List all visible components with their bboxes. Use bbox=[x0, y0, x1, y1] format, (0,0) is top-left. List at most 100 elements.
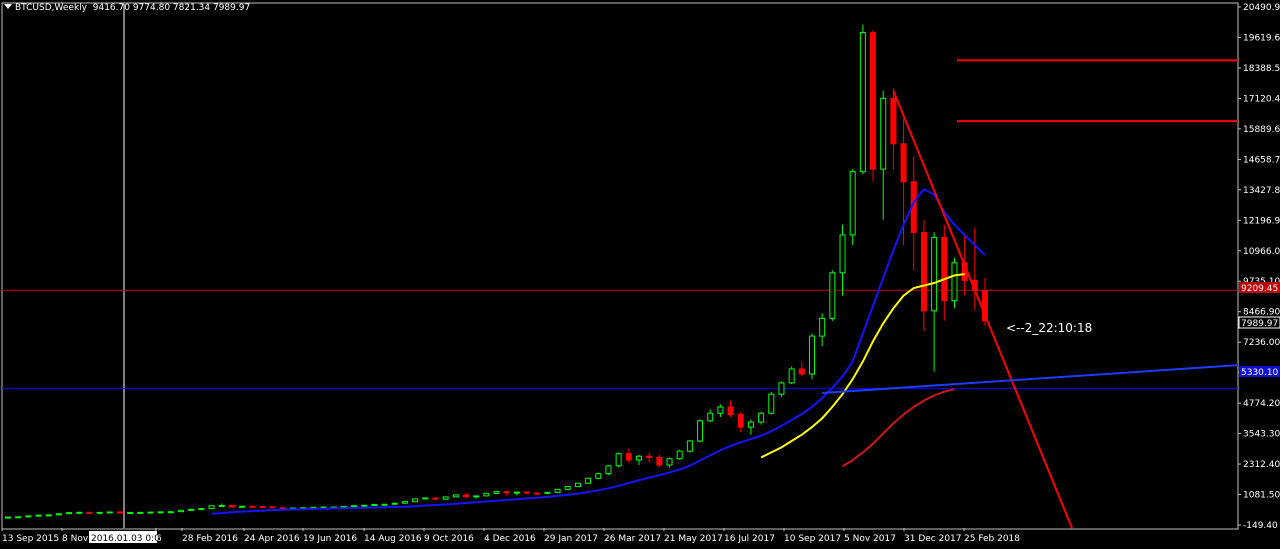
candle-body bbox=[768, 393, 775, 414]
candle-body bbox=[157, 511, 164, 514]
candle-body bbox=[554, 488, 561, 493]
descending-trendline bbox=[892, 90, 1073, 529]
candle-body bbox=[147, 511, 154, 514]
time-axis[interactable]: 13 Sep 2015 8 Nov 2016.01.03 0:006 28 Feb 2… bbox=[1, 528, 1020, 544]
price-tick-label: 17120.40 bbox=[1243, 94, 1280, 104]
candle-body bbox=[605, 465, 612, 475]
candle-body bbox=[259, 506, 266, 509]
candle-body bbox=[829, 272, 836, 319]
candle-body bbox=[890, 97, 897, 145]
candle-body bbox=[208, 505, 215, 510]
time-tick-label: 21 May 2017 bbox=[664, 534, 723, 544]
candle-body bbox=[442, 496, 449, 500]
candle-body bbox=[870, 32, 877, 170]
candle-body bbox=[656, 456, 663, 466]
chart-header: BTCUSD,Weekly 9416.70 9774.80 7821.34 79… bbox=[4, 3, 250, 13]
candle-body bbox=[707, 412, 714, 422]
candle-body bbox=[96, 511, 103, 514]
frame-layer bbox=[1, 2, 1239, 530]
time-tick-label: 24 Apr 2016 bbox=[244, 534, 300, 544]
time-tick-label: 19 Jun 2016 bbox=[303, 534, 357, 544]
time-tick-label: 4 Dec 2016 bbox=[484, 534, 536, 544]
candle-body bbox=[717, 406, 724, 414]
candle-body bbox=[66, 512, 73, 515]
candle-body bbox=[758, 412, 765, 423]
candle-body bbox=[137, 511, 144, 514]
time-tick-label: 13 Sep 2015 bbox=[2, 534, 59, 544]
candle-body bbox=[116, 511, 123, 514]
candle-body bbox=[697, 420, 704, 442]
countdown-annotation: <--2_22:10:18 bbox=[1006, 321, 1093, 335]
candle-body bbox=[188, 508, 195, 511]
candle-body bbox=[615, 453, 622, 467]
dropdown-triangle-icon[interactable] bbox=[4, 4, 12, 9]
candle-body bbox=[249, 505, 256, 508]
candle-body bbox=[737, 413, 744, 428]
candle-body bbox=[808, 335, 815, 375]
candle-body bbox=[788, 368, 795, 384]
price-tick-label: 2312.40 bbox=[1243, 460, 1280, 470]
price-tick-label: 4774.20 bbox=[1243, 399, 1280, 409]
candle-body bbox=[900, 143, 907, 183]
candle-body bbox=[880, 97, 887, 170]
time-tick-label: 6 bbox=[156, 534, 162, 544]
candle-body bbox=[279, 507, 286, 510]
candle-body bbox=[127, 511, 134, 514]
candle-body bbox=[178, 509, 185, 513]
candle-body bbox=[941, 236, 948, 302]
candle-body bbox=[381, 503, 388, 506]
candle-body bbox=[218, 505, 225, 508]
moving-averages bbox=[211, 188, 986, 515]
candle-body bbox=[25, 515, 32, 518]
price-tick-label: 1081.50 bbox=[1243, 491, 1280, 501]
candle-body bbox=[585, 477, 592, 484]
candle-body bbox=[452, 494, 459, 498]
candle-body bbox=[931, 236, 938, 312]
candle-body bbox=[473, 495, 480, 498]
candle-body bbox=[513, 491, 520, 494]
candle-body bbox=[798, 368, 805, 375]
candle-body bbox=[391, 502, 398, 505]
price-tick-label: 12196.90 bbox=[1243, 216, 1280, 226]
candle-body bbox=[646, 455, 653, 458]
time-tick-label: 9 Oct 2016 bbox=[424, 534, 474, 544]
price-tick-label: 15889.60 bbox=[1243, 125, 1280, 135]
time-tick-label: 8 Nov bbox=[62, 534, 89, 544]
candle-body bbox=[371, 504, 378, 507]
level-label: 9209.45 bbox=[1241, 284, 1278, 294]
candle-body bbox=[401, 501, 408, 504]
candle-body bbox=[351, 505, 358, 508]
price-tick-label: -149.40 bbox=[1243, 521, 1278, 531]
candle-body bbox=[106, 511, 113, 514]
price-axis[interactable]: 20490.91 19619.60 18388.50 17120.40 15889.60… bbox=[1238, 3, 1280, 531]
price-tick-label: 20490.91 bbox=[1243, 3, 1280, 13]
price-tick-label: 7236.00 bbox=[1243, 338, 1280, 348]
candle-body bbox=[432, 497, 439, 500]
price-tick-label: 18388.50 bbox=[1243, 64, 1280, 74]
time-tick-label: 16 Jul 2017 bbox=[724, 534, 775, 544]
candle-body bbox=[595, 473, 602, 479]
candle-body bbox=[86, 511, 93, 514]
candle-body bbox=[778, 382, 785, 395]
candles bbox=[5, 25, 988, 519]
price-tick-label: 14658.70 bbox=[1243, 155, 1280, 165]
candle-body bbox=[574, 482, 581, 488]
price-tick-label: 3543.30 bbox=[1243, 430, 1280, 440]
price-tick-label: 8466.90 bbox=[1243, 308, 1280, 318]
candle-body bbox=[635, 455, 642, 461]
level-label: 5330.10 bbox=[1241, 368, 1278, 378]
candle-body bbox=[493, 491, 500, 494]
chart-canvas[interactable]: 20490.91 19619.60 18388.50 17120.40 15889.60… bbox=[0, 0, 1280, 549]
chart-window[interactable]: 20490.91 19619.60 18388.50 17120.40 15889.60… bbox=[0, 0, 1280, 549]
candle-body bbox=[239, 505, 246, 508]
symbol-label: BTCUSD,Weekly bbox=[15, 3, 88, 13]
candle-body bbox=[422, 497, 429, 500]
candle-body bbox=[5, 516, 11, 519]
level-lines bbox=[2, 59, 1238, 389]
candle-body bbox=[483, 492, 490, 497]
candle-body bbox=[920, 231, 927, 312]
price-tick-label: 10966.00 bbox=[1243, 247, 1280, 257]
ma-red-line bbox=[841, 388, 955, 468]
candle-body bbox=[686, 440, 693, 452]
current-price-label: 7989.97 bbox=[1241, 319, 1278, 329]
